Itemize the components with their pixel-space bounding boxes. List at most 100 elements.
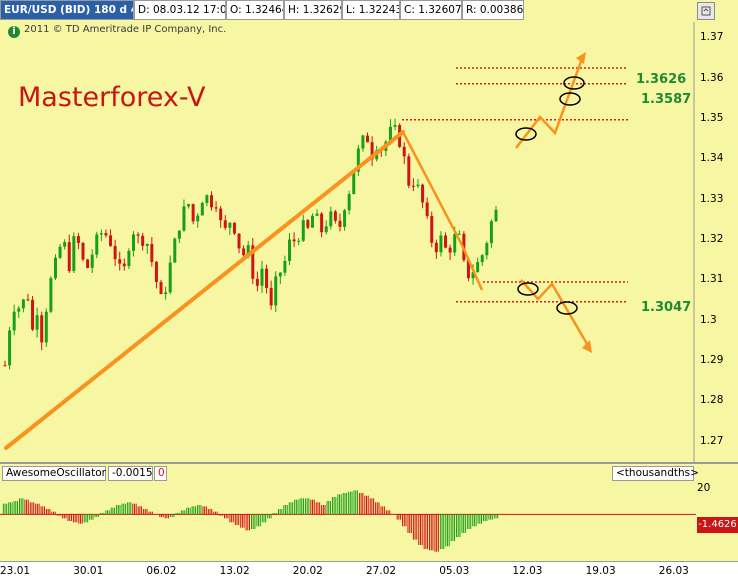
candle-body [260,268,264,286]
candle-body [40,315,44,343]
candle-body [269,287,273,306]
x-tick-label: 26.03 [658,565,689,577]
level-label-3: 1.3047 [641,300,692,315]
x-tick-label: 05.03 [439,565,470,577]
candle-body [49,278,53,312]
candle-body [21,299,25,309]
y-tick-label: 1.37 [700,31,724,44]
y-tick-label: 1.27 [700,434,724,447]
candle-body [90,254,94,268]
panel-divider[interactable] [0,462,738,464]
candle-body [315,213,319,216]
candle-body [237,233,241,249]
x-tick-label: 23.01 [0,565,31,577]
candle-body [44,311,48,343]
candle-body [81,242,85,260]
candle-body [168,262,172,293]
candle-body [324,226,328,233]
candle-body [310,215,314,228]
candle-body [209,195,213,208]
y-tick-label: 1.32 [700,233,724,245]
candle-body [494,209,498,222]
chart-window: EUR/USD (BID) 180 d 4h D: 08.03.12 17:00… [0,0,738,582]
candle-body [173,238,177,263]
candle-body [411,185,415,187]
candle-body [333,211,337,221]
candle-body [489,221,493,244]
candle-body [150,244,154,262]
x-tick-label: 20.02 [292,565,323,577]
candle-body [274,276,278,306]
candle-body [219,208,223,221]
candle-body [104,233,108,236]
candle-body [17,308,21,312]
candle-body [177,230,181,239]
x-tick-label: 06.02 [146,565,177,577]
candle-body [476,262,480,273]
candle-body [232,222,236,234]
candle-body [63,242,67,247]
candle-body [292,239,296,242]
candle-body [485,243,489,256]
candle-body [393,125,397,127]
candle-body [12,311,16,331]
candle-body [214,207,218,209]
candle-body [159,282,163,295]
candle-body [352,171,356,195]
candle-body [136,234,140,236]
candle-body [288,239,292,261]
y-tick-label: 1.36 [700,71,724,84]
candle-body [407,156,411,186]
oscillator-name[interactable]: AwesomeOscillator [2,466,106,481]
candle-body [480,255,484,263]
y-tick-label: 1.33 [700,192,724,205]
candle-body [35,315,39,330]
candle-body [86,259,90,268]
candle-body [430,216,434,243]
candle-body [457,233,461,235]
candle-body [425,202,429,217]
oscillator-second-value: 0 [154,466,167,481]
candle-body [439,235,443,253]
candle-body [31,299,35,330]
candle-body [145,244,149,246]
y-tick-label: 1.31 [700,273,724,286]
candle-body [223,220,227,228]
candle-body [76,236,80,243]
candle-body [338,220,342,227]
candle-body [187,204,191,207]
candle-body [191,204,195,222]
candle-body [99,233,103,235]
candle-body [95,234,99,255]
oscillator-units: <thousandths> [612,466,699,481]
oscillator-current-badge: -1.4626 [697,517,738,533]
y-tick-label: 1.35 [700,111,724,124]
y-tick-label: 1.29 [700,354,724,367]
candle-body [26,299,30,301]
bullish-forecast-path [515,55,585,149]
candle-body [421,184,425,203]
x-tick-label: 13.02 [219,565,250,577]
candle-body [329,211,333,227]
x-tick-label: 30.01 [73,565,104,577]
x-tick-label: 12.03 [512,565,543,577]
candle-body [228,222,232,228]
candle-body [434,242,438,253]
uptrend-line [4,130,405,450]
downtrend-line [401,131,484,291]
candle-body [361,135,365,149]
level-label-2: 1.3587 [641,92,692,107]
candle-body [205,195,209,203]
candle-body [242,248,246,256]
candle-body [402,146,406,157]
candle-body [200,202,204,216]
candle-body [306,220,310,228]
candle-body [67,242,71,272]
candle-body [122,263,126,267]
candle-body [3,365,7,367]
candle-body [127,250,131,267]
oscillator-value: -0.0015 [108,466,153,481]
oscillator-axis-label: 20 [697,482,711,494]
oscillator-chart [0,490,696,552]
candle-body [8,330,12,366]
